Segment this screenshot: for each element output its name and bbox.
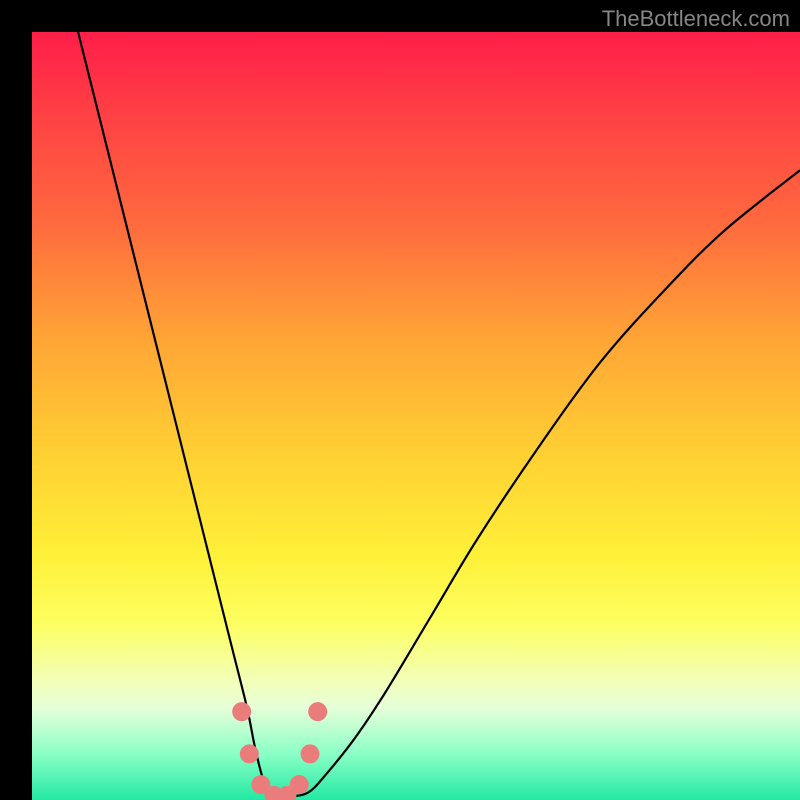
marker-point [232,702,251,721]
marker-point [308,702,327,721]
marker-point [301,744,320,763]
marker-point [240,744,259,763]
curve-markers [232,702,327,800]
marker-point [290,775,309,794]
chart-container: TheBottleneck.com [0,0,800,800]
bottleneck-curve [78,32,800,797]
watermark-text: TheBottleneck.com [602,6,790,32]
plot-area [32,32,800,800]
curve-svg [32,32,800,800]
